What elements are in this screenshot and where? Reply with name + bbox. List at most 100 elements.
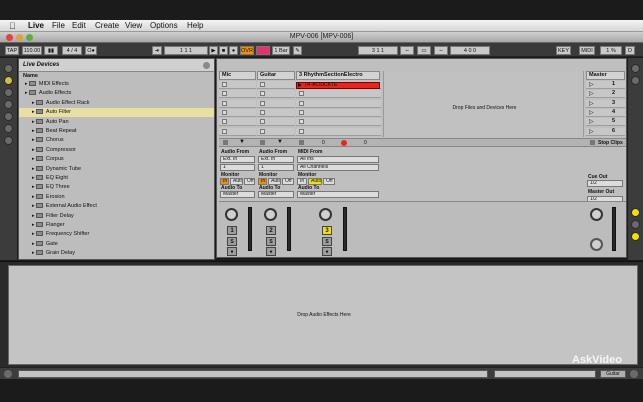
nudge-buttons[interactable]: ▮▮ xyxy=(44,46,58,55)
play-button[interactable]: ▶ xyxy=(209,46,218,55)
io-toggle-icon[interactable] xyxy=(631,208,640,217)
browser-item[interactable]: ▸ Filter Delay xyxy=(19,212,214,221)
detail-toggle-icon[interactable] xyxy=(630,370,638,378)
clip-slot-button[interactable] xyxy=(299,91,304,97)
master-volume-meter[interactable] xyxy=(612,207,616,251)
clip-slot-button[interactable] xyxy=(260,91,265,97)
stop-button[interactable]: ■ xyxy=(219,46,228,55)
mixer-toggle-icon[interactable] xyxy=(631,232,640,241)
scene-play-icon[interactable]: ▷ xyxy=(589,100,594,107)
record-button[interactable]: ● xyxy=(229,46,238,55)
track-activator-1[interactable]: 1 xyxy=(227,226,237,235)
device-browser-icon[interactable] xyxy=(4,76,13,85)
clip-slot-button[interactable] xyxy=(260,119,265,125)
scene-play-icon[interactable]: ▷ xyxy=(589,118,594,125)
device-chain[interactable]: Drop Audio Effects Here xyxy=(8,265,638,365)
clip-slot-button[interactable] xyxy=(299,100,304,106)
clip-slot-button[interactable] xyxy=(260,128,265,134)
solo-button-1[interactable]: S xyxy=(227,237,237,246)
arm-track-1-icon[interactable]: ▼ xyxy=(239,139,245,145)
browser-item[interactable]: ▸ Audio Effect Rack xyxy=(19,99,214,108)
monitor-in-3[interactable]: In xyxy=(297,178,307,185)
browser-item[interactable]: ▸ Dynamic Tube xyxy=(19,165,214,174)
browser-item[interactable]: ▸ Frequency Shifter xyxy=(19,230,214,239)
clip-slot-button[interactable] xyxy=(222,91,227,97)
quantize-selector[interactable]: 1 Bar xyxy=(272,46,290,55)
scene-launch[interactable]: ▷ 2 xyxy=(586,90,625,99)
input-channel-select-2[interactable]: 1 xyxy=(258,164,294,171)
tempo-field[interactable]: 110.00 xyxy=(22,46,42,55)
follow-button[interactable]: ➜ xyxy=(152,46,162,55)
browser-item[interactable]: ▸ Corpus xyxy=(19,155,214,164)
midi-map-button[interactable]: MIDI xyxy=(579,46,595,55)
monitor-off-3[interactable]: Off xyxy=(323,178,335,185)
scene-launch[interactable]: ▷ 1 xyxy=(586,81,625,89)
pan-knob-3[interactable] xyxy=(319,208,332,221)
automation-arm-button[interactable] xyxy=(256,46,270,55)
cue-volume-knob[interactable] xyxy=(590,238,603,251)
loop-switch-button[interactable]: ▭ xyxy=(417,46,431,55)
menu-create[interactable]: Create xyxy=(95,21,119,30)
audio-to-select-3[interactable]: Master xyxy=(297,191,379,198)
session-view-icon[interactable] xyxy=(631,64,640,73)
browser-item[interactable]: ▸ External Audio Effect xyxy=(19,202,214,211)
monitor-auto-3[interactable]: Auto xyxy=(308,178,322,185)
browser-item[interactable]: ▸ EQ Three xyxy=(19,183,214,192)
clip-slot-button[interactable] xyxy=(260,82,265,87)
scene-play-icon[interactable]: ▷ xyxy=(589,90,594,97)
scene-launch[interactable]: ▷ 3 xyxy=(586,99,625,108)
metronome-button[interactable]: O● xyxy=(85,46,97,55)
loop-length-field[interactable]: 4 0 0 xyxy=(450,46,490,55)
browser-item[interactable]: ▸ MIDI Effects xyxy=(19,80,214,89)
clip-slot[interactable] xyxy=(219,90,256,99)
input-channel-select-1[interactable]: 1 xyxy=(220,164,255,171)
track-activator-2[interactable]: 2 xyxy=(266,226,276,235)
clip-slot-button[interactable] xyxy=(222,109,227,115)
clip-slot-button[interactable] xyxy=(260,100,265,106)
audio-to-select-1[interactable]: Master xyxy=(220,191,255,198)
audio-from-select-1[interactable]: Ext. In xyxy=(220,156,255,163)
track-activator-3[interactable]: 3 xyxy=(322,226,332,235)
clip-slot-button[interactable] xyxy=(222,100,227,106)
menu-options[interactable]: Options xyxy=(150,21,178,30)
clip-slot-button[interactable] xyxy=(299,119,304,125)
midi-channel-select-3[interactable]: All Channels xyxy=(297,164,379,171)
clip-slot[interactable] xyxy=(219,118,256,127)
midi-from-select-3[interactable]: All Ins xyxy=(297,156,379,163)
punch-out-button[interactable]: ∼ xyxy=(434,46,448,55)
clip-slot[interactable] xyxy=(257,90,295,99)
browser-item[interactable]: ▸ Erosion xyxy=(19,193,214,202)
menu-help[interactable]: Help xyxy=(187,21,203,30)
record-arm-icon[interactable] xyxy=(341,140,347,146)
clip-slot[interactable] xyxy=(257,108,295,117)
stop-track-3-button[interactable] xyxy=(299,140,304,145)
stop-clips-label[interactable]: Stop Clips xyxy=(598,140,623,146)
audio-to-select-2[interactable]: Master xyxy=(258,191,294,198)
browser-item[interactable]: ▸ Chorus xyxy=(19,136,214,145)
track-header-mic[interactable]: Mic xyxy=(219,71,256,80)
clip-slot-button[interactable] xyxy=(222,119,227,125)
clip-slot-button[interactable] xyxy=(222,128,227,134)
clip-slot[interactable] xyxy=(296,108,381,117)
monitor-in-1[interactable]: In xyxy=(220,178,229,185)
sends-toggle-icon[interactable] xyxy=(631,220,640,229)
menu-view[interactable]: View xyxy=(125,21,142,30)
solo-button-2[interactable]: S xyxy=(266,237,276,246)
audio-from-select-2[interactable]: Ext. In xyxy=(258,156,294,163)
track-header-guitar[interactable]: Guitar xyxy=(257,71,295,80)
search-icon[interactable] xyxy=(4,136,13,145)
clip-slot-button[interactable] xyxy=(299,128,304,134)
apple-icon[interactable]:  xyxy=(9,21,16,31)
master-pan-knob[interactable] xyxy=(590,208,603,221)
pan-knob-2[interactable] xyxy=(264,208,277,221)
arrangement-view-icon[interactable] xyxy=(631,76,640,85)
clip-slot-button[interactable] xyxy=(260,109,265,115)
file-browser-3-icon[interactable] xyxy=(4,124,13,133)
monitor-off-1[interactable]: Off xyxy=(244,178,255,185)
pan-knob-1[interactable] xyxy=(225,208,238,221)
tap-tempo-button[interactable]: TAP xyxy=(5,46,19,55)
clip-slot[interactable] xyxy=(257,81,295,89)
clip-slot[interactable] xyxy=(219,99,256,108)
clip-slot[interactable] xyxy=(219,81,256,89)
clip-04-acidckte[interactable]: 04-ACIDCKTE xyxy=(296,82,380,89)
